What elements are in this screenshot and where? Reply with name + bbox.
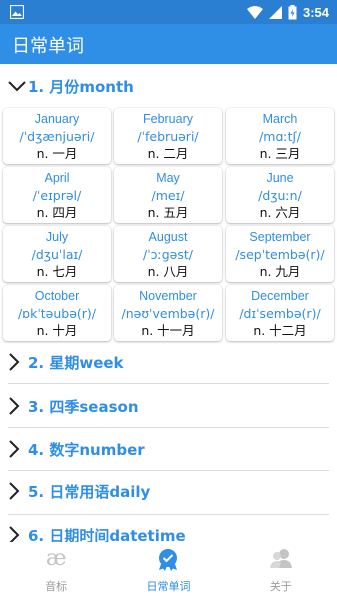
word-card-may[interactable]: May /meɪ/ n. 五月: [114, 167, 222, 223]
section-label: 2. 星期week: [28, 353, 124, 372]
signal-icon: [268, 5, 282, 19]
gallery-icon: [10, 5, 24, 19]
word-list[interactable]: 1. 月份month January /ˈdʒænjuəri/ n. 一月 Fe…: [0, 64, 337, 542]
word-phonetic: /ˈeɪprəl/: [32, 188, 82, 203]
word-text: October: [34, 289, 80, 303]
word-text: December: [251, 289, 309, 303]
word-card-august[interactable]: August /ˈɔːgəst/ n. 八月: [114, 226, 222, 282]
people-icon: [269, 549, 292, 568]
word-phonetic: /dʒuːn/: [258, 188, 302, 203]
section-header-number[interactable]: 4. 数字number: [0, 429, 337, 469]
word-phonetic: /ˈfebruəri/: [137, 129, 199, 144]
word-phonetic: /nəʊˈvembə(r)/: [121, 306, 215, 321]
section-label: 3. 四季season: [28, 397, 139, 416]
word-meaning: n. 四月: [36, 205, 78, 220]
app-title: 日常单词: [12, 36, 84, 57]
status-time: 3:54: [302, 4, 329, 20]
ae-ligature-icon: æ: [45, 546, 67, 571]
word-text: November: [139, 289, 197, 303]
battery-icon: [288, 4, 297, 19]
chevron-right-icon: [9, 482, 20, 500]
chevron-down-icon: [8, 81, 26, 92]
word-card-march[interactable]: March /mɑːtʃ/ n. 三月: [226, 108, 334, 164]
word-text: April: [44, 171, 70, 185]
word-phonetic: /sepˈtembə(r)/: [235, 247, 325, 262]
nav-tab-label: 关于: [269, 580, 292, 593]
nav-tab-about[interactable]: 关于: [225, 542, 337, 600]
word-card-september[interactable]: September /sepˈtembə(r)/ n. 九月: [226, 226, 334, 282]
nav-tab-daily-words[interactable]: 日常单词: [112, 542, 224, 600]
word-meaning: n. 九月: [259, 264, 301, 279]
app-bar: 日常单词: [0, 24, 337, 64]
word-phonetic: /mɑːtʃ/: [259, 129, 301, 144]
chevron-right-icon: [9, 440, 20, 458]
word-meaning: n. 十一月: [141, 323, 195, 338]
word-text: June: [266, 171, 294, 185]
word-meaning: n. 三月: [259, 146, 301, 161]
section-label: 5. 日常用语daily: [28, 482, 151, 501]
word-text: September: [249, 230, 311, 244]
word-meaning: n. 十月: [36, 323, 78, 338]
word-phonetic: /dɪˈsembə(r)/: [239, 306, 321, 321]
word-text: July: [45, 230, 69, 244]
word-card-november[interactable]: November /nəʊˈvembə(r)/ n. 十一月: [114, 285, 222, 341]
section-header-datetime[interactable]: 6. 日期时间datetime: [0, 515, 337, 542]
word-text: February: [142, 112, 194, 126]
section-header-daily[interactable]: 5. 日常用语daily: [0, 471, 337, 511]
status-bar: 3:54: [0, 0, 337, 24]
chevron-right-icon: [9, 526, 20, 542]
word-phonetic: /dʒuˈlaɪ/: [31, 247, 83, 262]
word-meaning: n. 十二月: [253, 323, 307, 338]
word-text: May: [156, 171, 180, 185]
word-meaning: n. 八月: [147, 264, 189, 279]
word-text: August: [148, 230, 188, 244]
nav-tab-phonetics[interactable]: æ 音标: [0, 542, 112, 600]
word-card-october[interactable]: October /ɒkˈtəubə(r)/ n. 十月: [3, 285, 111, 341]
section-header-week[interactable]: 2. 星期week: [0, 342, 337, 382]
divider: [8, 427, 329, 428]
word-phonetic: /ˈdʒænjuəri/: [19, 129, 95, 144]
section-header-season[interactable]: 3. 四季season: [0, 386, 337, 426]
word-card-july[interactable]: July /dʒuˈlaɪ/ n. 七月: [3, 226, 111, 282]
nav-tab-label: 日常单词: [146, 580, 191, 593]
divider: [8, 383, 329, 384]
word-meaning: n. 一月: [36, 146, 78, 161]
chevron-right-icon: [9, 353, 20, 371]
word-phonetic: /meɪ/: [151, 188, 185, 203]
wifi-icon: [246, 5, 263, 19]
word-card-december[interactable]: December /dɪˈsembə(r)/ n. 十二月: [226, 285, 334, 341]
word-meaning: n. 二月: [147, 146, 189, 161]
section-label: 4. 数字number: [28, 440, 145, 459]
nav-tab-label: 音标: [45, 580, 68, 593]
word-phonetic: /ˈɔːgəst/: [143, 247, 193, 262]
bottom-nav: æ 音标 日常单词 关于: [0, 542, 337, 600]
word-card-april[interactable]: April /ˈeɪprəl/ n. 四月: [3, 167, 111, 223]
word-meaning: n. 七月: [36, 264, 78, 279]
word-card-january[interactable]: January /ˈdʒænjuəri/ n. 一月: [3, 108, 111, 164]
word-card-june[interactable]: June /dʒuːn/ n. 六月: [226, 167, 334, 223]
word-meaning: n. 六月: [259, 205, 301, 220]
badge-check-icon: [159, 549, 178, 571]
section-label: 1. 月份month: [28, 77, 134, 96]
status-icons: 3:54: [246, 3, 329, 21]
section-label: 6. 日期时间datetime: [28, 526, 186, 543]
word-meaning: n. 五月: [147, 205, 189, 220]
word-phonetic: /ɒkˈtəubə(r)/: [17, 306, 97, 321]
section-header-month[interactable]: 1. 月份month: [0, 66, 337, 106]
word-text: March: [262, 112, 298, 126]
word-card-february[interactable]: February /ˈfebruəri/ n. 二月: [114, 108, 222, 164]
word-text: January: [34, 112, 80, 126]
chevron-right-icon: [9, 397, 20, 415]
